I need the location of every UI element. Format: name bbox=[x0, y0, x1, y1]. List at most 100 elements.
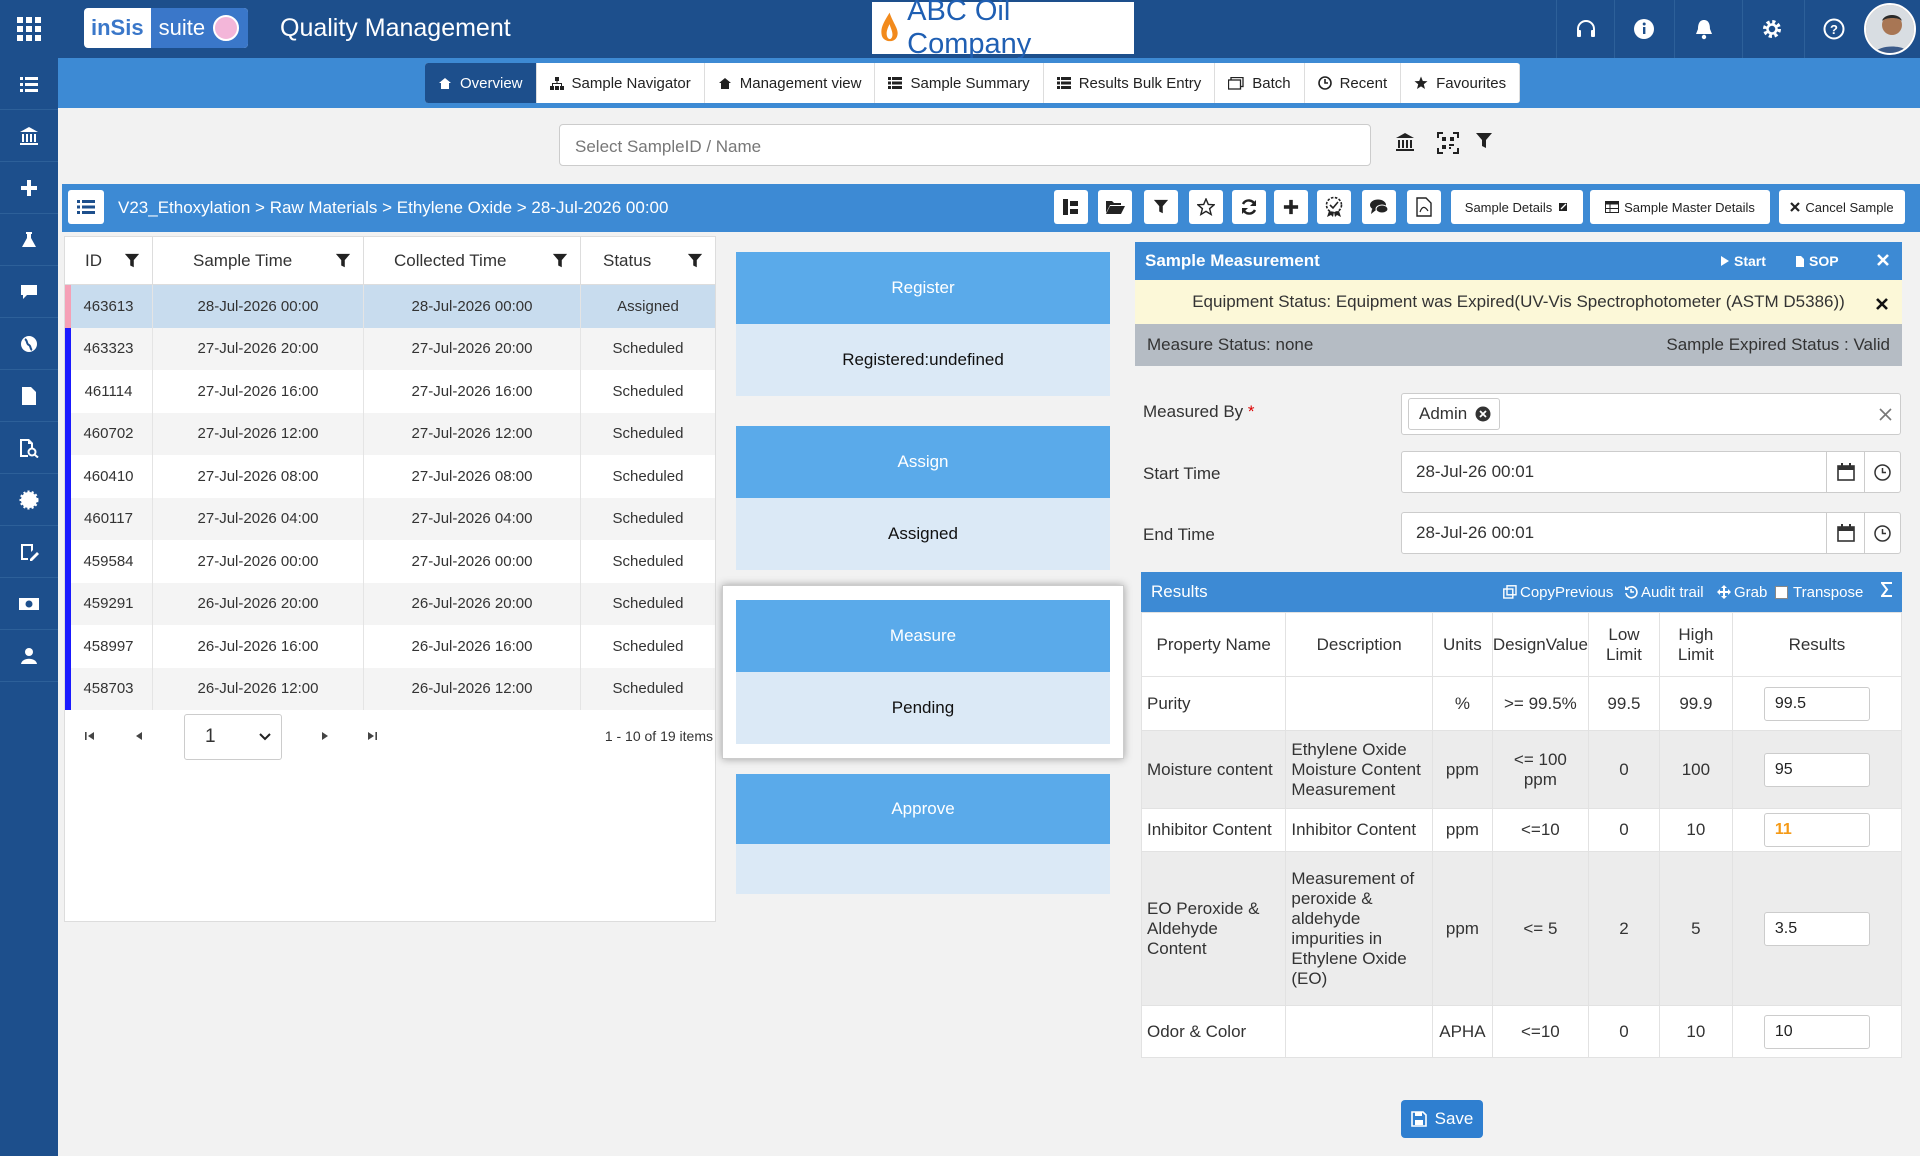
company-logo: ABC Oil Company bbox=[872, 0, 1134, 60]
apps-grid-icon[interactable] bbox=[0, 0, 58, 58]
sidebar-search-doc-icon[interactable] bbox=[0, 422, 58, 474]
cancel-sample-button[interactable]: Cancel Sample bbox=[1779, 190, 1905, 224]
col-status[interactable]: Status bbox=[581, 237, 715, 284]
user-avatar[interactable] bbox=[1864, 3, 1916, 55]
sidebar-document-icon[interactable] bbox=[0, 370, 58, 422]
breadcrumb[interactable]: V23_Ethoxylation > Raw Materials > Ethyl… bbox=[118, 198, 668, 218]
copy-previous-button[interactable]: CopyPrevious bbox=[1503, 584, 1613, 601]
info-icon[interactable] bbox=[1614, 0, 1672, 58]
remove-chip-icon[interactable] bbox=[1475, 406, 1491, 422]
qr-scan-icon[interactable] bbox=[1437, 132, 1459, 159]
result-input[interactable]: 11 bbox=[1763, 813, 1870, 847]
column-filter-icon[interactable] bbox=[552, 253, 568, 269]
result-input[interactable]: 95 bbox=[1763, 752, 1870, 787]
calendar-icon[interactable] bbox=[1826, 513, 1864, 553]
close-panel-icon[interactable] bbox=[1877, 251, 1889, 271]
next-page-icon[interactable] bbox=[321, 728, 329, 744]
workflow-step-measure[interactable]: Measure Pending bbox=[736, 600, 1110, 744]
sidebar-globe-icon[interactable] bbox=[0, 318, 58, 370]
table-row[interactable]: 458703 26-Jul-2026 12:00 26-Jul-2026 12:00… bbox=[65, 667, 715, 710]
tab-sample-summary[interactable]: Sample Summary bbox=[875, 63, 1044, 103]
certificate-button[interactable] bbox=[1317, 190, 1351, 224]
gear-icon[interactable] bbox=[1742, 0, 1800, 58]
start-button[interactable]: Start bbox=[1720, 253, 1766, 269]
headset-icon[interactable] bbox=[1556, 0, 1614, 58]
dismiss-alert-icon[interactable] bbox=[1876, 295, 1888, 315]
sidebar-user-icon[interactable] bbox=[0, 630, 58, 682]
column-filter-icon[interactable] bbox=[124, 253, 140, 269]
result-input[interactable]: 10 bbox=[1763, 1014, 1870, 1049]
table-row[interactable]: 460702 27-Jul-2026 12:00 27-Jul-2026 12:00… bbox=[65, 412, 715, 455]
tab-recent[interactable]: Recent bbox=[1305, 63, 1402, 103]
results-title: Results bbox=[1151, 582, 1208, 601]
clock-icon[interactable] bbox=[1864, 513, 1900, 553]
table-row[interactable]: 458997 26-Jul-2026 16:00 26-Jul-2026 16:00… bbox=[65, 625, 715, 668]
refresh-button[interactable] bbox=[1232, 190, 1266, 224]
table-row[interactable]: 460117 27-Jul-2026 04:00 27-Jul-2026 04:00… bbox=[65, 497, 715, 540]
save-button[interactable]: Save bbox=[1401, 1100, 1483, 1138]
workflow-step-approve[interactable]: Approve bbox=[736, 774, 1110, 894]
sigma-icon[interactable] bbox=[1879, 582, 1893, 602]
col-id[interactable]: ID bbox=[65, 237, 153, 284]
sample-search-input[interactable]: Select SampleID / Name bbox=[559, 124, 1371, 166]
sidebar-plus-icon[interactable] bbox=[0, 162, 58, 214]
tab-favourites[interactable]: Favourites bbox=[1401, 63, 1521, 103]
filter-icon[interactable] bbox=[1475, 132, 1493, 155]
clear-field-icon[interactable] bbox=[1879, 408, 1892, 421]
result-input[interactable]: 99.5 bbox=[1763, 686, 1870, 721]
bell-icon[interactable] bbox=[1674, 0, 1732, 58]
col-collected-time[interactable]: Collected Time bbox=[364, 237, 581, 284]
first-page-icon[interactable] bbox=[85, 728, 95, 744]
start-time-field[interactable]: 28-Jul-26 00:01 bbox=[1401, 451, 1901, 493]
sop-button[interactable]: SOP bbox=[1795, 253, 1839, 269]
table-row[interactable]: 461114 27-Jul-2026 16:00 27-Jul-2026 16:00… bbox=[65, 370, 715, 413]
pdf-button[interactable] bbox=[1407, 190, 1441, 224]
insis-logo[interactable]: inSis suite bbox=[84, 8, 248, 48]
tab-batch[interactable]: Batch bbox=[1215, 63, 1305, 103]
col-sample-time[interactable]: Sample Time bbox=[153, 237, 364, 284]
plant-icon[interactable] bbox=[1395, 132, 1415, 157]
sidebar-badge-icon[interactable] bbox=[0, 474, 58, 526]
sample-master-details-button[interactable]: Sample Master Details bbox=[1590, 190, 1770, 224]
filter-button[interactable] bbox=[1144, 190, 1178, 224]
help-icon[interactable]: ? bbox=[1804, 0, 1862, 58]
result-input[interactable]: 3.5 bbox=[1763, 911, 1870, 946]
add-button[interactable] bbox=[1274, 190, 1308, 224]
end-time-field[interactable]: 28-Jul-26 00:01 bbox=[1401, 512, 1901, 554]
transpose-toggle[interactable]: Transpose bbox=[1775, 584, 1863, 601]
tab-management-view[interactable]: Management view bbox=[705, 63, 876, 103]
prev-page-icon[interactable] bbox=[135, 728, 143, 744]
page-select[interactable]: 1 bbox=[184, 714, 282, 760]
table-row[interactable]: 459291 26-Jul-2026 20:00 26-Jul-2026 20:00… bbox=[65, 582, 715, 625]
transpose-checkbox[interactable] bbox=[1775, 585, 1788, 599]
sidebar-list-icon[interactable] bbox=[0, 58, 58, 110]
measured-by-field[interactable]: Admin bbox=[1401, 393, 1901, 435]
comments-button[interactable] bbox=[1362, 190, 1396, 224]
sidebar-edit-list-icon[interactable] bbox=[0, 526, 58, 578]
column-filter-icon[interactable] bbox=[335, 253, 351, 269]
favourite-button[interactable] bbox=[1189, 190, 1223, 224]
table-row[interactable]: 459584 27-Jul-2026 00:00 27-Jul-2026 00:00… bbox=[65, 540, 715, 583]
org-chart-button[interactable] bbox=[1054, 190, 1088, 224]
sidebar-flask-icon[interactable] bbox=[0, 214, 58, 266]
tab-sample-navigator[interactable]: Sample Navigator bbox=[537, 63, 705, 103]
sample-details-button[interactable]: Sample Details bbox=[1451, 190, 1583, 224]
sidebar-money-icon[interactable] bbox=[0, 578, 58, 630]
last-page-icon[interactable] bbox=[367, 728, 377, 744]
table-row[interactable]: 460410 27-Jul-2026 08:00 27-Jul-2026 08:00… bbox=[65, 455, 715, 498]
workflow-step-register[interactable]: Register Registered:undefined bbox=[736, 252, 1110, 396]
sidebar-chat-icon[interactable] bbox=[0, 266, 58, 318]
tab-overview[interactable]: Overview bbox=[425, 63, 537, 103]
audit-trail-button[interactable]: Audit trail bbox=[1624, 584, 1704, 601]
tab-results-bulk-entry[interactable]: Results Bulk Entry bbox=[1044, 63, 1216, 103]
column-filter-icon[interactable] bbox=[687, 253, 703, 269]
table-row[interactable]: 463323 27-Jul-2026 20:00 27-Jul-2026 20:00… bbox=[65, 327, 715, 370]
sidebar-bank-icon[interactable] bbox=[0, 110, 58, 162]
open-folder-button[interactable] bbox=[1098, 190, 1132, 224]
menu-list-button[interactable] bbox=[68, 190, 104, 224]
clock-icon[interactable] bbox=[1864, 452, 1900, 492]
grab-button[interactable]: Grab bbox=[1717, 584, 1767, 601]
workflow-step-assign[interactable]: Assign Assigned bbox=[736, 426, 1110, 570]
table-row[interactable]: 463613 28-Jul-2026 00:00 28-Jul-2026 00:00… bbox=[65, 285, 715, 328]
calendar-icon[interactable] bbox=[1826, 452, 1864, 492]
